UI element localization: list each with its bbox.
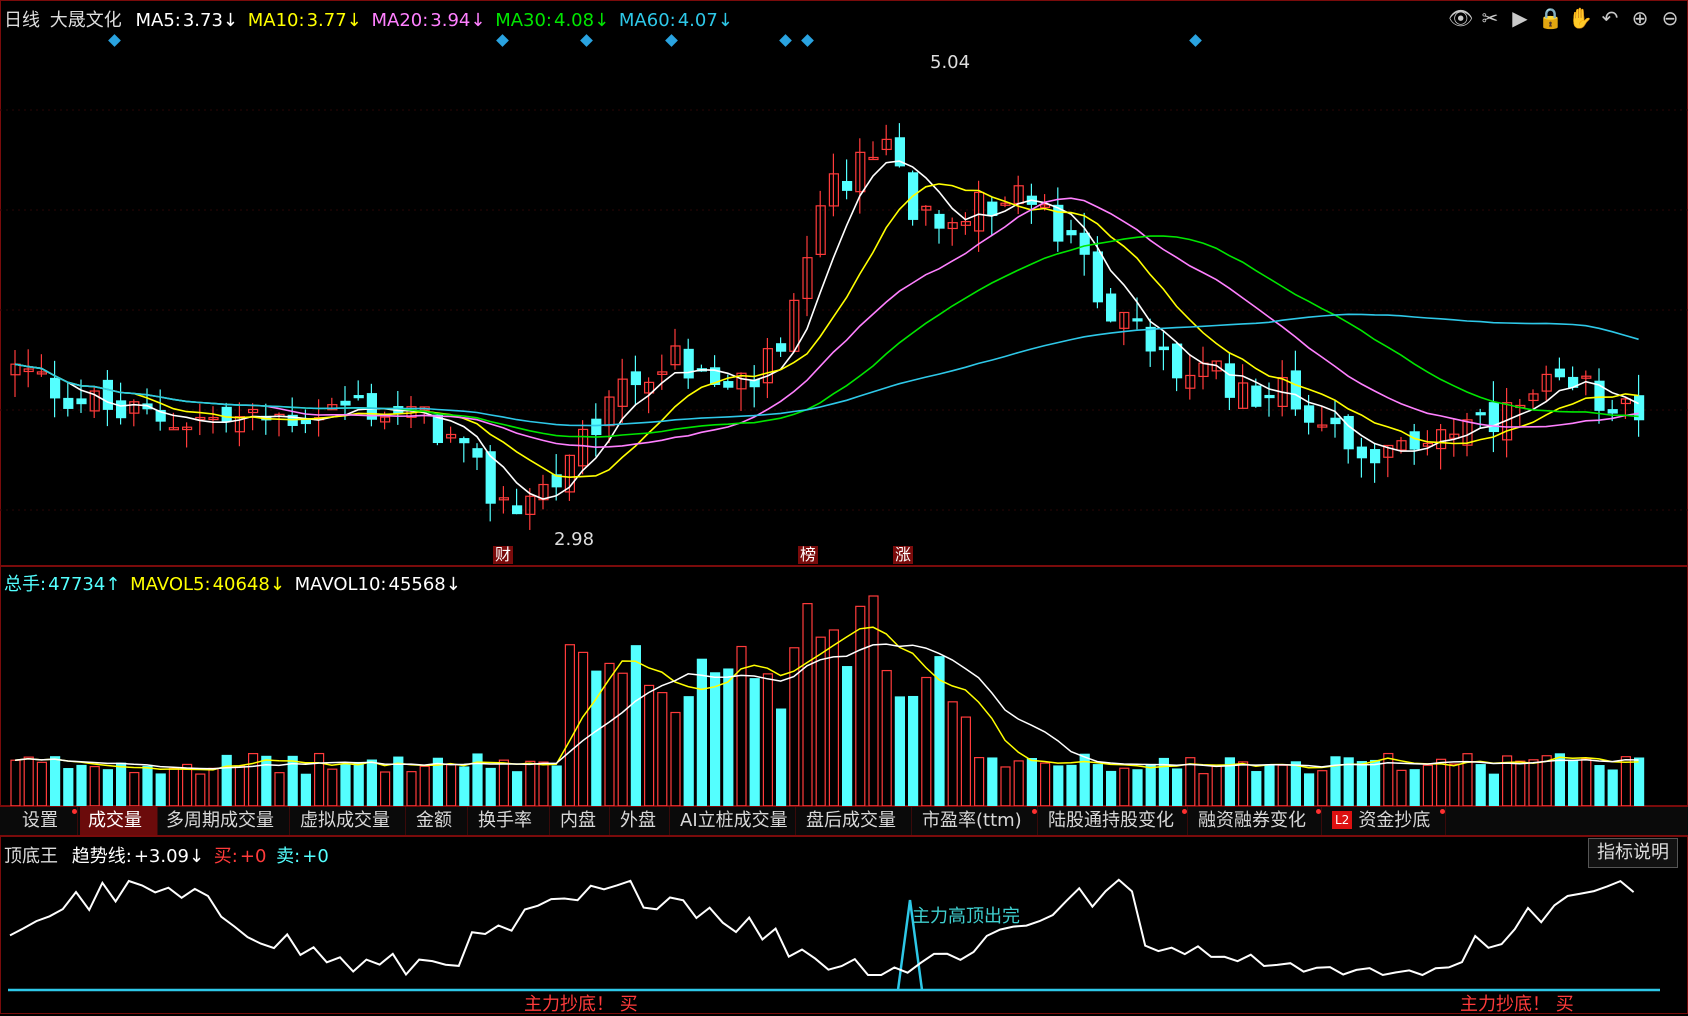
sell-label: 卖: — [276, 846, 301, 867]
trend-label: 趋势线: — [71, 846, 132, 867]
trend-line — [9, 878, 1635, 977]
signal-top-label: 主力高顶出完 — [912, 906, 1020, 927]
indicator-name: 顶底王 — [4, 846, 58, 867]
buy-value: +0 — [239, 846, 267, 867]
signal-bottom-label: 主力抄底！ 买 — [1460, 994, 1574, 1015]
sell-value: +0 — [302, 846, 329, 867]
indicator-help-button[interactable]: 指标说明 — [1588, 838, 1678, 868]
indicator-header: 顶底王 趋势线: +3.09↓ 买: +0 卖: +0 — [4, 842, 333, 868]
signal-bottom-label: 主力抄底！ 买 — [524, 994, 638, 1015]
trend-value: +3.09↓ — [133, 846, 205, 867]
buy-label: 买: — [213, 846, 238, 867]
